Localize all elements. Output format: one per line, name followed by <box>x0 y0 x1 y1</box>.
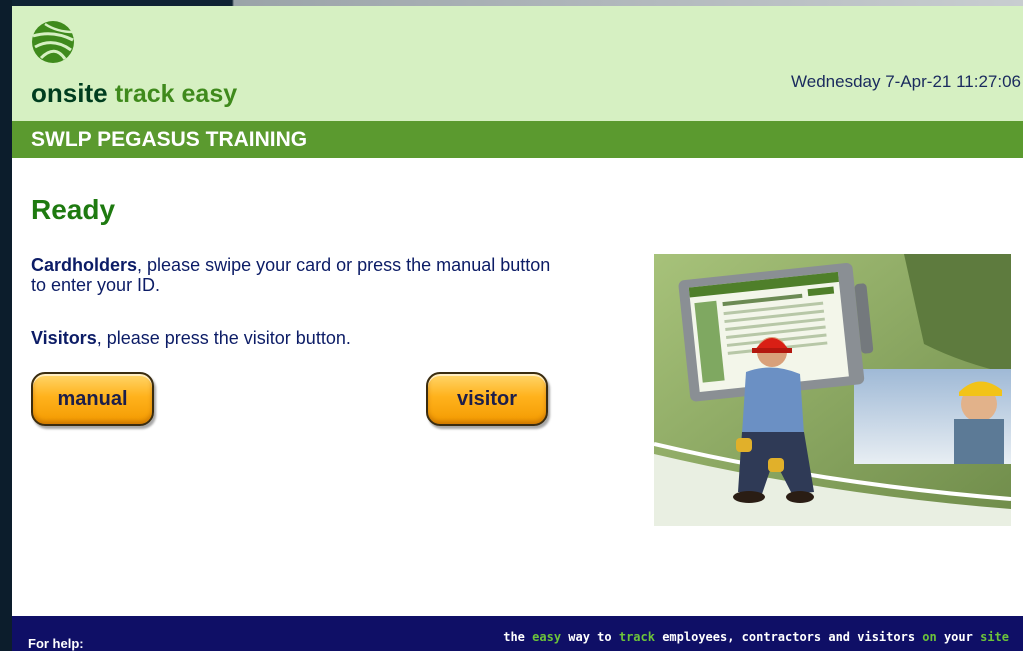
site-banner: SWLP PEGASUS TRAINING <box>12 121 1023 158</box>
tagline-part: the <box>503 630 533 644</box>
help-label: For help: <box>28 636 84 651</box>
tagline-highlight: site <box>980 630 1009 644</box>
cardholders-instruction: Cardholders, please swipe your card or p… <box>31 255 551 295</box>
status-title: Ready <box>31 194 116 225</box>
tagline-part: employees, contractors and visitors <box>654 630 923 644</box>
tagline-highlight: on <box>922 630 937 644</box>
cardholders-label: Cardholders <box>31 255 138 275</box>
tagline-highlight: track <box>618 630 655 644</box>
visitors-text: , please press the visitor button. <box>96 328 351 348</box>
brand-secondary: track easy <box>114 80 238 108</box>
kiosk-screen: onsite track easy Wednesday 7-Apr-21 11:… <box>12 6 1023 651</box>
tagline-part: way to <box>561 630 619 644</box>
date-time: Wednesday 7-Apr-21 11:27:06 <box>791 72 1021 91</box>
visitor-button[interactable]: visitor <box>426 372 548 426</box>
tagline-part: your <box>936 630 981 644</box>
brand-wordmark: onsite track easy <box>31 78 237 109</box>
globe-logo-icon <box>32 21 74 63</box>
visitors-label: Visitors <box>31 328 97 348</box>
footer: For help: the easy way to track employee… <box>12 616 1023 651</box>
tagline-highlight: easy <box>532 630 562 644</box>
visitors-instruction: Visitors, please press the visitor butto… <box>31 328 551 348</box>
manual-button[interactable]: manual <box>31 372 154 426</box>
site-name: SWLP PEGASUS TRAINING <box>31 128 308 151</box>
workers-illustration <box>654 254 1011 526</box>
header: onsite track easy Wednesday 7-Apr-21 11:… <box>12 6 1023 121</box>
window-frame-left <box>0 0 12 651</box>
brand-primary: onsite <box>31 78 108 108</box>
tagline: the easy way to track employees, contrac… <box>503 630 1009 644</box>
